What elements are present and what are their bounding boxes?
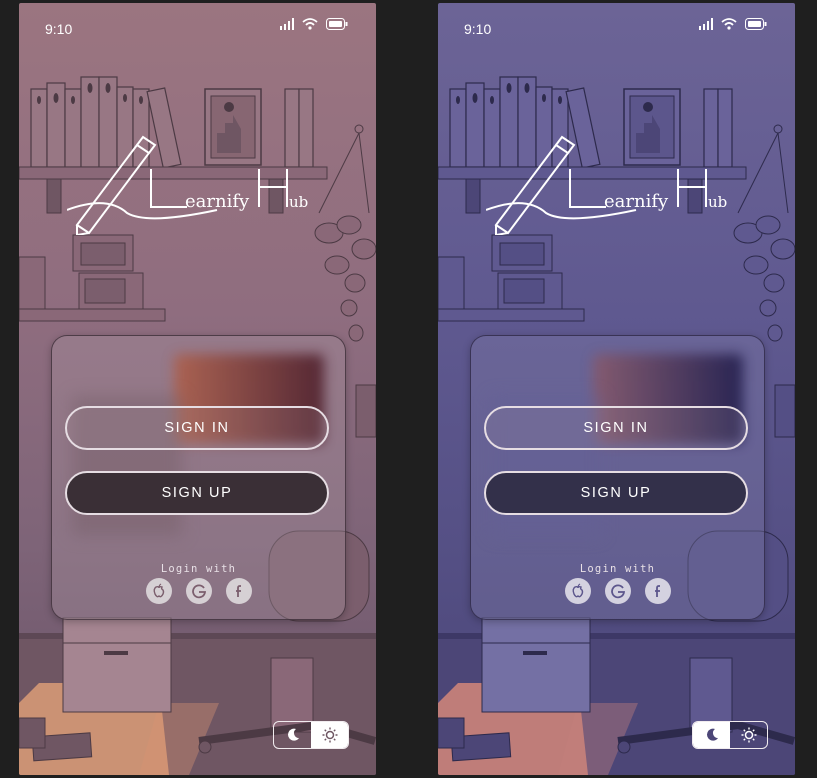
google-login-button[interactable] [604, 578, 631, 604]
status-icons [280, 18, 348, 30]
status-bar: 9:10 [19, 3, 376, 53]
theme-toggle[interactable] [692, 721, 768, 749]
moon-icon [706, 728, 718, 741]
sign-in-button[interactable]: SIGN IN [65, 406, 329, 450]
sign-up-button[interactable]: SIGN UP [484, 471, 748, 515]
phone-screen-light: 9:10 earnify ub SIGN IN SIGN UP Login wi… [19, 3, 376, 775]
google-icon [191, 584, 206, 599]
light-mode-option[interactable] [730, 722, 767, 748]
learnifyhub-logo: earnify ub [486, 135, 727, 235]
signal-icon [699, 18, 713, 30]
battery-icon [326, 18, 348, 30]
status-time: 9:10 [45, 21, 73, 37]
facebook-icon [235, 585, 241, 597]
login-with-label: Login with [160, 563, 237, 575]
status-bar: 9:10 [438, 3, 795, 53]
sun-icon [741, 727, 756, 743]
apple-login-button[interactable] [145, 578, 172, 604]
phone-screen-dark: 9:10 earnify ub SIGN IN SIGN UP Login wi… [438, 3, 795, 775]
facebook-login-button[interactable] [225, 578, 252, 604]
status-time: 9:10 [464, 21, 492, 37]
dark-mode-option[interactable] [693, 722, 730, 748]
svg-text:earnify: earnify [185, 191, 250, 212]
social-login-row [471, 578, 764, 604]
wifi-icon [302, 18, 318, 30]
google-icon [610, 584, 625, 599]
battery-icon [745, 18, 767, 30]
sign-in-button[interactable]: SIGN IN [484, 406, 748, 450]
wifi-icon [721, 18, 737, 30]
dark-mode-option[interactable] [274, 722, 311, 748]
svg-text:ub: ub [289, 193, 308, 211]
svg-text:ub: ub [708, 193, 727, 211]
status-icons [699, 18, 767, 30]
login-card: SIGN IN SIGN UP Login with [470, 335, 765, 620]
moon-icon [287, 728, 299, 741]
apple-login-button[interactable] [564, 578, 591, 604]
svg-text:earnify: earnify [604, 191, 669, 212]
sign-up-button[interactable]: SIGN UP [65, 471, 329, 515]
signal-icon [280, 18, 294, 30]
sun-icon [322, 727, 337, 743]
social-login-row [52, 578, 345, 604]
apple-icon [153, 583, 164, 598]
theme-toggle[interactable] [273, 721, 349, 749]
facebook-icon [654, 585, 660, 597]
login-with-label: Login with [579, 563, 656, 575]
apple-icon [572, 583, 583, 598]
login-card: SIGN IN SIGN UP Login with [51, 335, 346, 620]
learnifyhub-logo: earnify ub [67, 135, 308, 235]
facebook-login-button[interactable] [644, 578, 671, 604]
light-mode-option[interactable] [311, 722, 348, 748]
google-login-button[interactable] [185, 578, 212, 604]
